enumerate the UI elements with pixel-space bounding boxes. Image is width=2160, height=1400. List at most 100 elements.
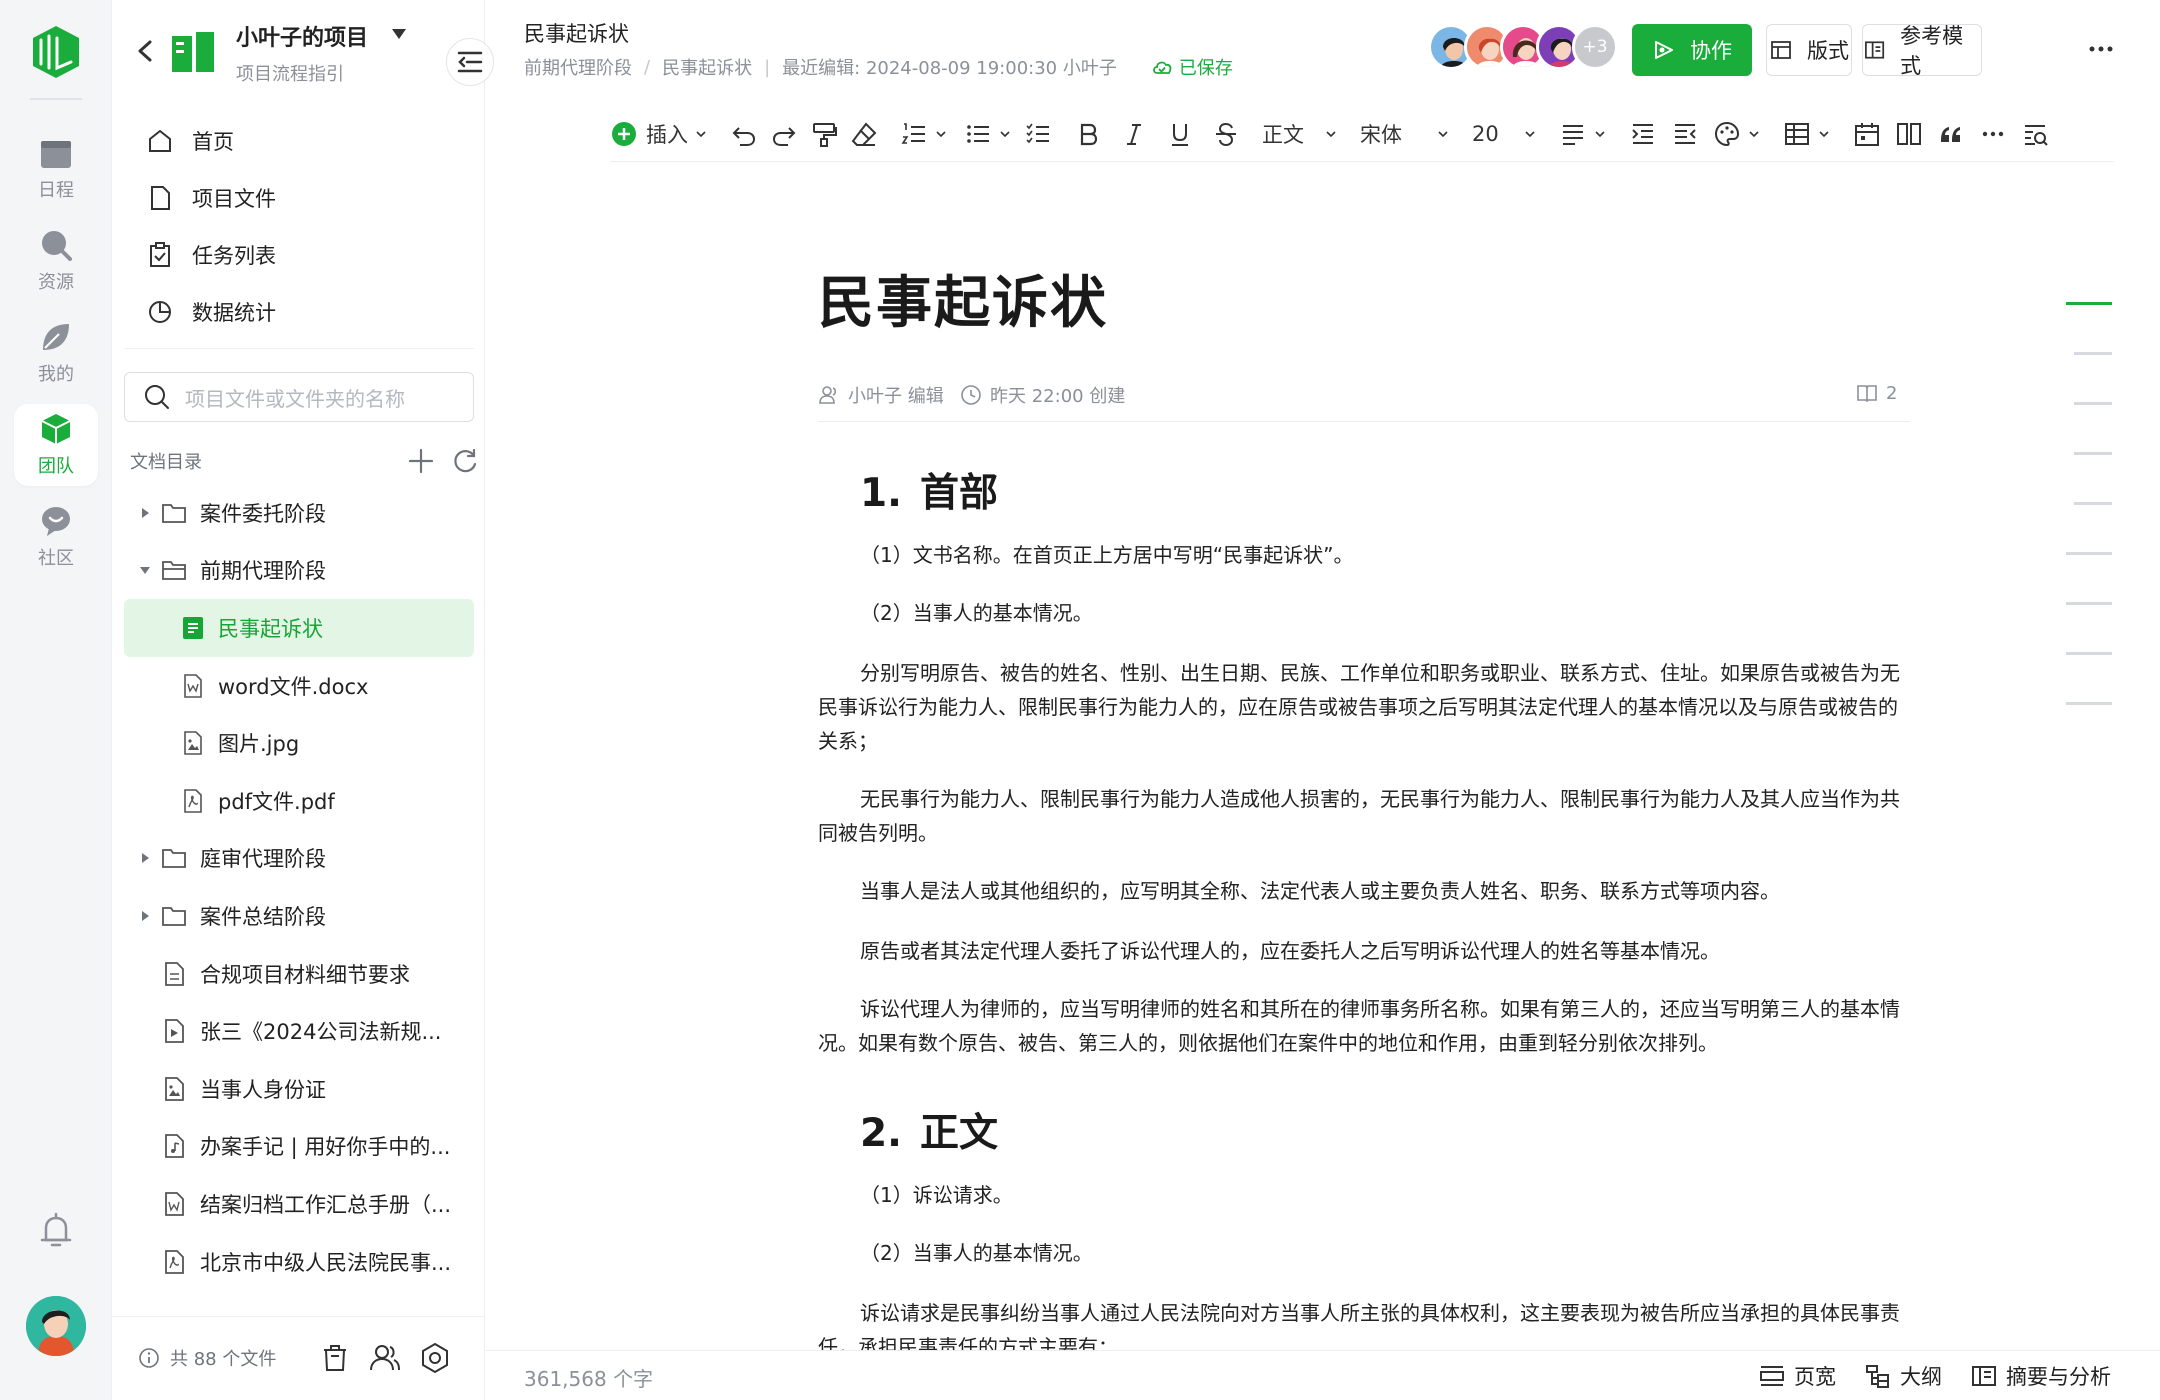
pdf-file-icon — [184, 788, 202, 813]
nav-label: 项目文件 — [192, 186, 276, 211]
outline-marker[interactable] — [2066, 602, 2112, 605]
section-number: 1. — [860, 471, 902, 516]
caret-right-icon[interactable] — [138, 851, 152, 865]
nav-item-project-files[interactable]: 项目文件 — [124, 169, 474, 226]
project-name[interactable]: 小叶子的项目 — [236, 20, 368, 52]
summary-analysis-button[interactable]: 摘要与分析 — [1970, 1361, 2111, 1391]
file-count-text: 共 88 个文件 — [170, 1349, 277, 1370]
rail-item-schedule[interactable]: 日程 — [14, 128, 98, 210]
tree-file[interactable]: 北京市中级人民法院民事... — [124, 1233, 474, 1291]
refresh-icon[interactable] — [450, 446, 480, 476]
caret-right-icon[interactable] — [138, 506, 152, 520]
collapse-icon — [457, 51, 483, 73]
file-icon — [151, 185, 170, 210]
paragraph[interactable]: （2）当事人的基本情况。 — [818, 596, 1910, 630]
tree-file[interactable]: 办案手记 | 用好你手中的... — [124, 1118, 474, 1176]
status-bar: 361,568 个字 页宽 大纲 摘要与分析 — [486, 1350, 2160, 1400]
members-icon[interactable] — [368, 1341, 402, 1375]
paragraph[interactable]: 原告或者其法定代理人委托了诉讼代理人的，应在委托人之后写明诉讼代理人的姓名等基本… — [818, 934, 1910, 968]
sidebar-footer: 共 88 个文件 — [112, 1316, 485, 1400]
paragraph[interactable]: 诉讼代理人为律师的，应当写明律师的姓名和其所在的律师事务所名称。如果有第三人的，… — [818, 992, 1910, 1060]
outline-marker[interactable] — [2066, 302, 2112, 305]
pdf-file-icon — [165, 1249, 184, 1274]
tree-label: 当事人身份证 — [200, 1077, 326, 1102]
trash-icon[interactable] — [318, 1341, 352, 1375]
user-icon — [819, 386, 837, 404]
tree-file-selected[interactable]: 民事起诉状 — [124, 599, 474, 657]
rail-item-mine[interactable]: 我的 — [14, 312, 98, 394]
file-search-input[interactable]: 项目文件或文件夹的名称 — [124, 372, 474, 422]
bell-icon[interactable] — [38, 1212, 74, 1250]
tree-label: 民事起诉状 — [218, 616, 323, 641]
tree-file[interactable]: 结案归档工作汇总手册（... — [124, 1175, 474, 1233]
tree-folder[interactable]: 案件委托阶段 — [124, 484, 474, 542]
outline-marker[interactable] — [2066, 552, 2112, 555]
tree-file[interactable]: pdf文件.pdf — [124, 772, 474, 830]
tree-file[interactable]: 图片.jpg — [124, 714, 474, 772]
outline-marker[interactable] — [2074, 352, 2112, 355]
tree-file[interactable]: 合规项目材料细节要求 — [124, 945, 474, 1003]
outline-icon — [1866, 1365, 1889, 1388]
paragraph[interactable]: 诉讼请求是民事纠纷当事人通过人民法院向对方当事人所主张的具体权利，这主要表现为被… — [818, 1296, 1910, 1350]
image-file-icon — [184, 731, 202, 755]
user-avatar[interactable] — [26, 1296, 86, 1356]
doc-icon — [183, 616, 203, 639]
paragraph[interactable]: 当事人是法人或其他组织的，应写明其全称、法定代表人或主要负责人姓名、职务、联系方… — [818, 874, 1910, 908]
read-count-meta[interactable]: 2 — [1856, 382, 1897, 404]
paragraph[interactable]: （1）文书名称。在首页正上方居中写明“民事起诉状”。 — [818, 538, 1910, 572]
back-arrow-icon[interactable] — [134, 36, 156, 66]
search-placeholder: 项目文件或文件夹的名称 — [185, 386, 405, 411]
chat-icon — [42, 507, 70, 536]
tree-label: pdf文件.pdf — [218, 789, 335, 814]
outline-marker[interactable] — [2066, 652, 2112, 655]
caret-down-icon[interactable] — [390, 26, 408, 42]
folder-open-icon — [162, 561, 186, 581]
calendar-icon — [41, 141, 71, 168]
app-logo[interactable] — [29, 24, 83, 80]
outline-marker[interactable] — [2074, 452, 2112, 455]
tree-label: 案件总结阶段 — [200, 904, 326, 929]
section-heading[interactable]: 2. 正文 — [860, 1102, 998, 1158]
paragraph[interactable]: （2）当事人的基本情况。 — [818, 1236, 1910, 1270]
paragraph[interactable]: （1）诉讼请求。 — [818, 1178, 1910, 1212]
outline-marker[interactable] — [2074, 502, 2112, 505]
tree-file[interactable]: 当事人身份证 — [124, 1060, 474, 1118]
document-canvas: 民事起诉状 小叶子 编辑 昨天 22:00 创建 2 1. 首部 （1）文书名称。… — [486, 0, 2160, 1350]
caret-right-icon[interactable] — [138, 909, 152, 923]
rail-label: 团队 — [38, 456, 74, 477]
section-title: 正文 — [920, 1111, 999, 1156]
page-width-button[interactable]: 页宽 — [1758, 1361, 1836, 1391]
rail-separator — [30, 98, 82, 100]
tree-label: word文件.docx — [218, 674, 369, 699]
section-heading[interactable]: 1. 首部 — [860, 462, 998, 518]
rail-item-resources[interactable]: 资源 — [14, 220, 98, 302]
rail-label: 资源 — [38, 272, 74, 293]
outline-marker[interactable] — [2066, 702, 2112, 705]
nav-item-task-list[interactable]: 任务列表 — [124, 226, 474, 283]
nav-label: 数据统计 — [192, 300, 276, 325]
tree-folder[interactable]: 案件总结阶段 — [124, 887, 474, 945]
author-meta: 小叶子 编辑 — [818, 382, 944, 408]
created-text: 昨天 22:00 创建 — [990, 386, 1126, 407]
tree-folder[interactable]: 庭审代理阶段 — [124, 830, 474, 888]
nav-item-home[interactable]: 首页 — [124, 112, 474, 169]
outline-marker[interactable] — [2074, 402, 2112, 405]
tree-file[interactable]: word文件.docx — [124, 657, 474, 715]
project-sidebar: 小叶子的项目 项目流程指引 首页 项目文件 任务列表 数据统计 项目文件或文件夹… — [112, 0, 494, 1400]
app-rail: 日程 资源 我的 团队 社区 — [0, 0, 112, 1400]
outline-button[interactable]: 大纲 — [1864, 1361, 1942, 1391]
settings-icon[interactable] — [418, 1341, 452, 1375]
file-count: 共 88 个文件 — [138, 1345, 276, 1371]
caret-down-icon[interactable] — [138, 563, 152, 577]
paragraph[interactable]: 无民事行为能力人、限制民事行为能力人造成他人损害的，无民事行为能力人、限制民事行… — [818, 782, 1910, 850]
paragraph[interactable]: 分别写明原告、被告的姓名、性别、出生日期、民族、工作单位和职务或职业、联系方式、… — [818, 656, 1910, 758]
rail-item-team[interactable]: 团队 — [14, 404, 98, 486]
add-icon[interactable] — [406, 446, 436, 476]
document-title[interactable]: 民事起诉状 — [818, 258, 1108, 339]
tree-folder[interactable]: 前期代理阶段 — [124, 542, 474, 600]
rail-label: 日程 — [38, 180, 74, 201]
section-title: 首部 — [920, 471, 999, 516]
nav-item-statistics[interactable]: 数据统计 — [124, 283, 474, 340]
tree-file[interactable]: 张三《2024公司法新规... — [124, 1002, 474, 1060]
rail-item-community[interactable]: 社区 — [14, 496, 98, 578]
